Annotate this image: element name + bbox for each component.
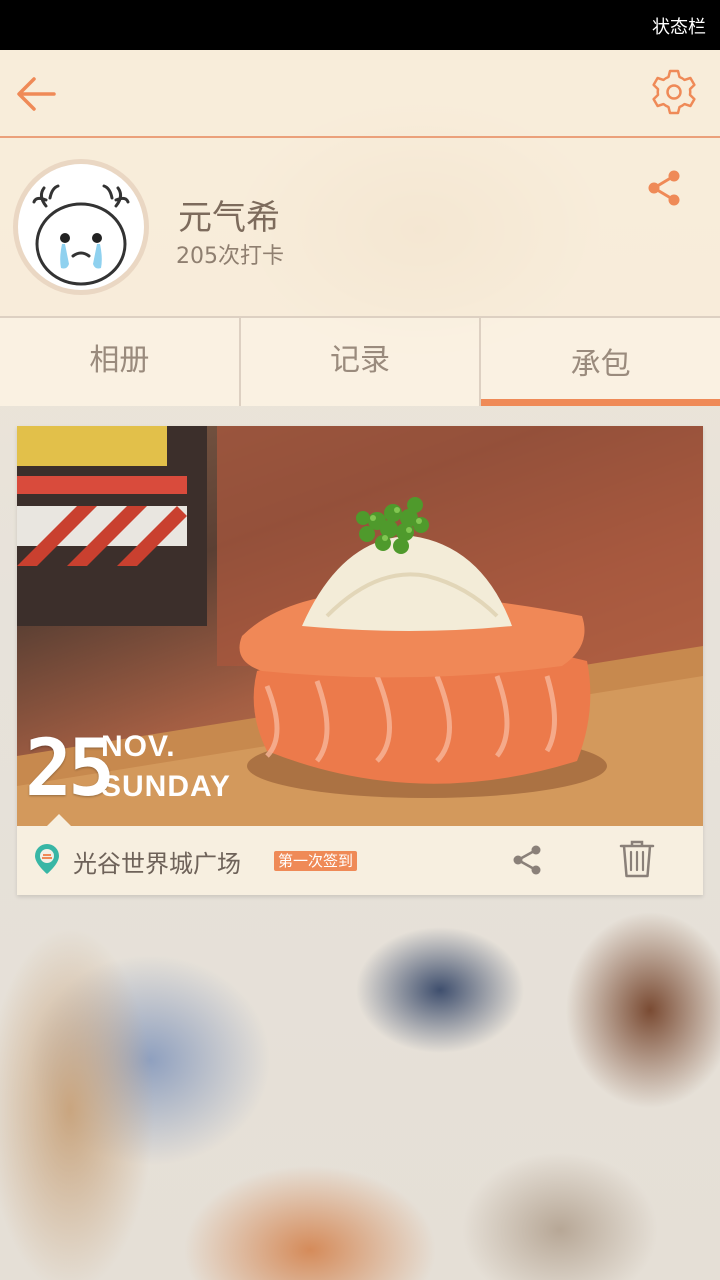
date-month: NOV. <box>101 730 176 763</box>
food-photo[interactable]: 25 NOV. SUNDAY <box>17 426 703 826</box>
avatar[interactable] <box>18 164 144 290</box>
salmon-sushi-illustration <box>17 426 703 826</box>
share-icon[interactable] <box>644 168 684 208</box>
tab-album[interactable]: 相册 <box>0 318 239 406</box>
gear-icon[interactable] <box>650 68 698 116</box>
tab-contract[interactable]: 承包 <box>479 318 720 406</box>
checkin-card: 25 NOV. SUNDAY 光谷世界城广场 第一次签到 <box>17 426 703 895</box>
back-arrow-icon[interactable] <box>14 72 58 116</box>
checkin-count: 205次打卡 <box>176 244 284 269</box>
date-weekday: SUNDAY <box>101 770 231 803</box>
tab-records-label: 记录 <box>330 343 390 378</box>
card-caption-bar: 光谷世界城广场 第一次签到 <box>17 814 703 895</box>
status-bar: 状态栏 <box>0 0 720 50</box>
active-tab-indicator <box>481 399 720 406</box>
tab-records[interactable]: 记录 <box>238 318 480 406</box>
trash-icon[interactable] <box>619 838 655 878</box>
crying-face-avatar-icon <box>32 184 130 286</box>
share-icon[interactable] <box>509 842 545 878</box>
profile-header: 元气希 205次打卡 <box>0 138 720 316</box>
status-bar-text: 状态栏 <box>652 17 706 38</box>
tab-bar: 相册 记录 承包 <box>0 316 720 406</box>
location-name[interactable]: 光谷世界城广场 <box>73 844 241 879</box>
first-checkin-badge: 第一次签到 <box>274 851 358 871</box>
map-pin-icon <box>35 844 59 874</box>
top-navigation-bar <box>0 50 720 138</box>
tab-contract-label: 承包 <box>570 347 631 382</box>
caption-notch <box>47 814 71 826</box>
date-day: 25 <box>25 724 115 814</box>
username: 元气希 <box>178 198 280 238</box>
tab-album-label: 相册 <box>89 343 150 378</box>
